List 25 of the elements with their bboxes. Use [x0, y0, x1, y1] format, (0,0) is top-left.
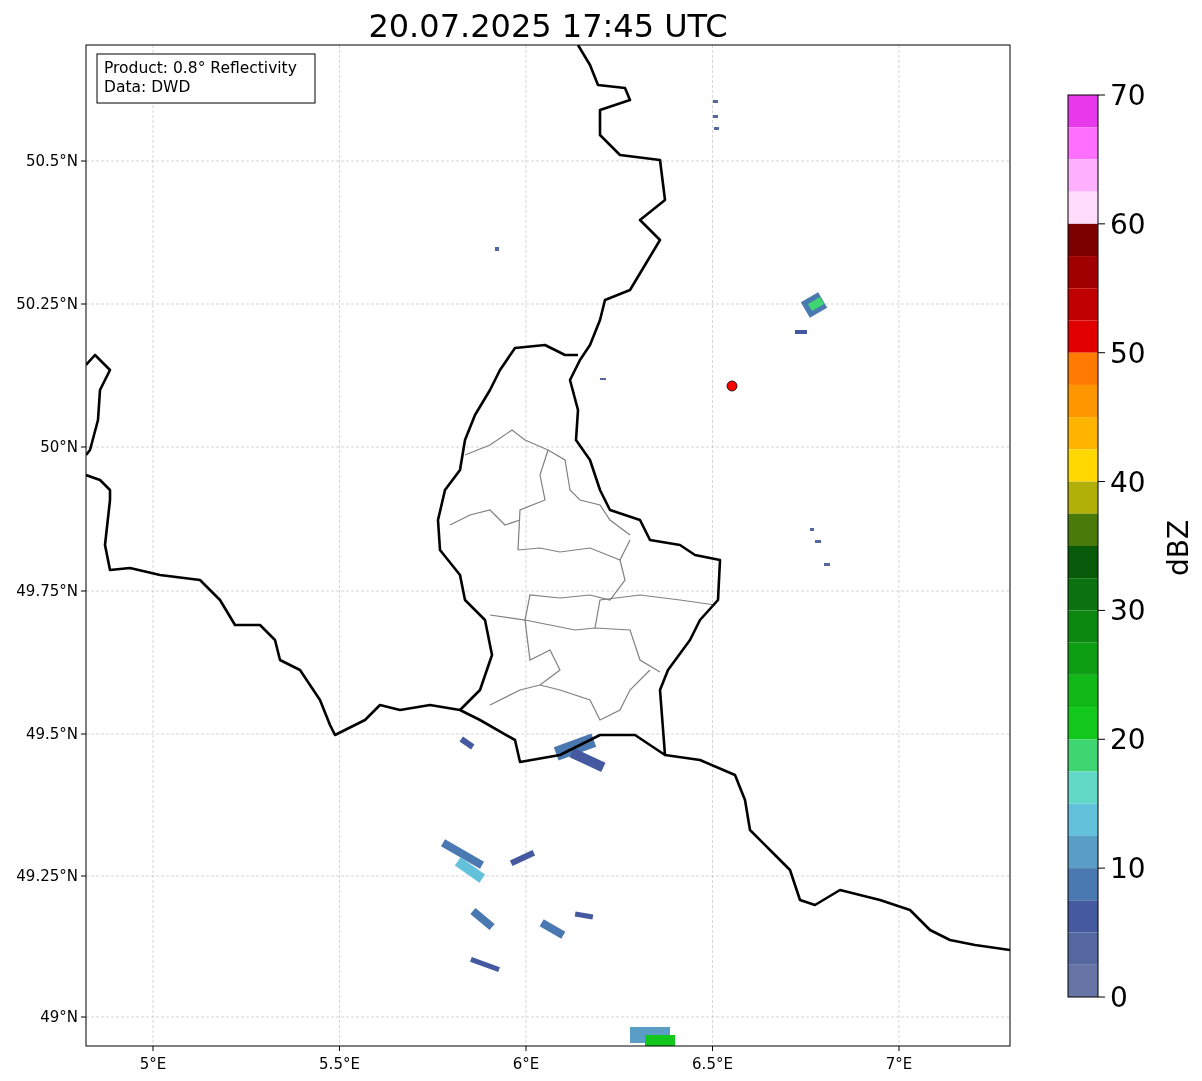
colorbar-tick-label: 50 — [1110, 336, 1146, 370]
y-axis-label: 49.5°N — [25, 725, 78, 743]
y-axis-label: 49°N — [40, 1008, 78, 1026]
y-axis-label: 49.75°N — [16, 582, 78, 600]
x-axis-label: 6.5°E — [692, 1055, 733, 1073]
chart-title: 20.07.2025 17:45 UTC — [368, 7, 728, 45]
x-axis-label: 5.5°E — [319, 1055, 360, 1073]
y-axis-label: 49.25°N — [16, 867, 78, 885]
x-axis-label: 6°E — [512, 1055, 540, 1073]
colorbar-tick-label: 60 — [1110, 207, 1146, 241]
location-marker-icon — [726, 380, 738, 392]
x-axis-label: 7°E — [885, 1055, 913, 1073]
colorbar-title: dBZ — [1162, 519, 1195, 577]
colorbar-tick-label: 40 — [1110, 465, 1146, 499]
colorbar-tick-label: 10 — [1110, 852, 1146, 886]
y-axis-label: 50.5°N — [25, 152, 78, 170]
x-axis-label: 5°E — [139, 1055, 167, 1073]
colorbar-tick-label: 70 — [1110, 79, 1146, 112]
colorbar-tick-label: 0 — [1110, 981, 1128, 1014]
colorbar-tick-label: 30 — [1110, 594, 1146, 628]
y-axis-label: 50.25°N — [16, 295, 78, 313]
y-axis-label: 50°N — [40, 438, 78, 456]
legend-text: Product: 0.8° Reflectivity — [104, 59, 297, 77]
legend-text: Data: DWD — [104, 78, 191, 96]
colorbar-tick-label: 20 — [1110, 723, 1146, 757]
